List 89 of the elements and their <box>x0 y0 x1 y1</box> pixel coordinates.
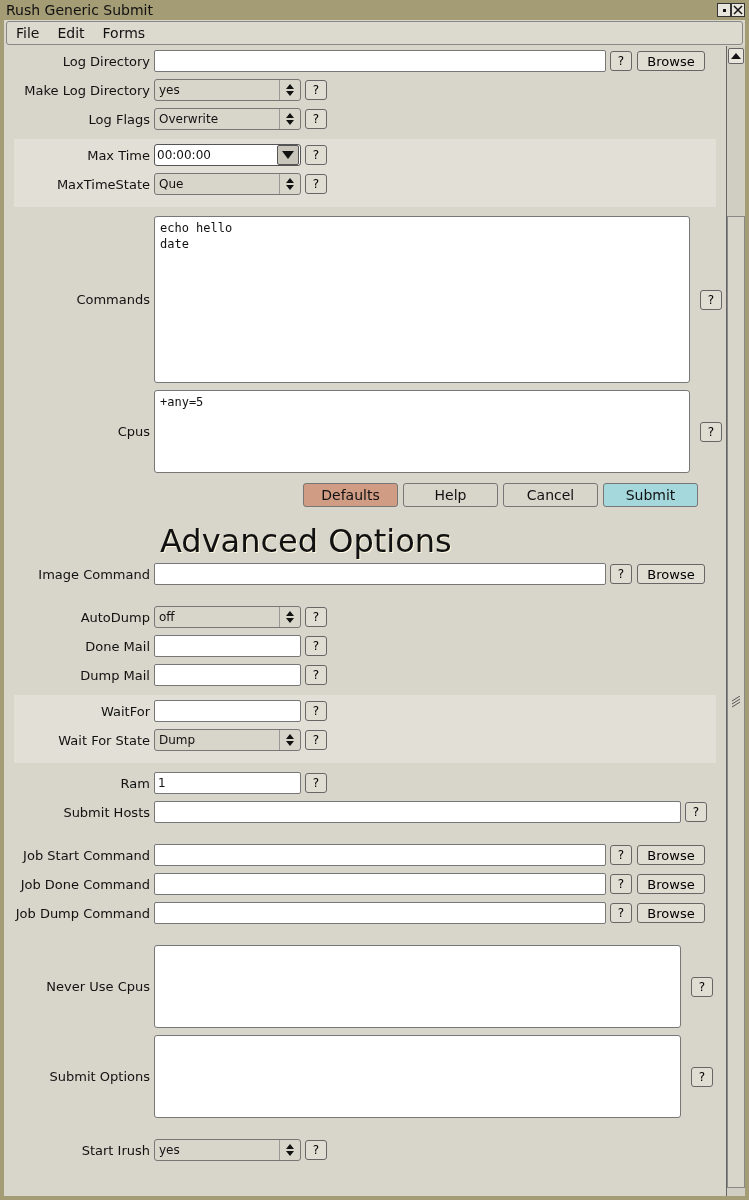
text-field[interactable] <box>154 635 301 657</box>
menu-item[interactable]: Edit <box>48 25 94 41</box>
action-button[interactable]: Submit <box>603 483 698 507</box>
field-label: Make Log Directory <box>23 82 150 98</box>
field-label: Job Start Command <box>21 847 150 863</box>
help-button[interactable]: ? <box>305 607 327 627</box>
path-field[interactable] <box>154 50 606 72</box>
field-label: Job Done Command <box>19 876 150 892</box>
help-button[interactable]: ? <box>305 773 327 793</box>
field-label: Dump Mail <box>79 667 150 683</box>
action-button[interactable]: Cancel <box>503 483 598 507</box>
menu-item[interactable]: File <box>7 25 49 41</box>
field-label: Cpus <box>116 424 150 439</box>
dropdown[interactable]: Dump <box>154 729 301 751</box>
up-down-arrows-icon <box>286 1144 294 1156</box>
help-button[interactable]: ? <box>305 701 327 721</box>
text-field[interactable] <box>154 700 301 722</box>
help-button[interactable]: ? <box>700 421 722 442</box>
help-button[interactable]: ? <box>305 636 327 656</box>
help-button[interactable]: ? <box>691 1066 713 1087</box>
text-area[interactable] <box>154 1035 681 1118</box>
field-label: Log Directory <box>61 53 150 69</box>
grip-icon[interactable] <box>731 696 741 708</box>
browse-button[interactable]: Browse <box>637 564 705 584</box>
help-button[interactable]: ? <box>305 80 327 100</box>
help-button[interactable]: ? <box>305 730 327 750</box>
field-label: Commands <box>75 292 150 307</box>
path-field[interactable] <box>154 873 606 895</box>
help-button[interactable]: ? <box>610 903 632 923</box>
window-title: Rush Generic Submit <box>6 2 153 18</box>
browse-button[interactable]: Browse <box>637 51 705 71</box>
field-label: Ram <box>119 775 150 791</box>
caret-icon <box>282 151 294 159</box>
field-label: Submit Options <box>48 1069 150 1084</box>
field-label: Wait For State <box>57 732 150 748</box>
dropdown[interactable]: Que <box>154 173 301 195</box>
field-label: Job Dump Command <box>14 905 150 921</box>
field-label: Max Time <box>86 147 150 163</box>
text-area[interactable]: +any=5 <box>154 390 690 473</box>
help-button[interactable]: ? <box>610 845 632 865</box>
help-button[interactable]: ? <box>691 976 713 997</box>
text-area[interactable]: echo hello date <box>154 216 690 383</box>
dropdown[interactable]: yes <box>154 1139 301 1161</box>
field-label: AutoDump <box>79 609 150 625</box>
help-button[interactable]: ? <box>685 802 707 822</box>
action-button[interactable]: Defaults <box>303 483 398 507</box>
field-label: Log Flags <box>87 111 150 127</box>
dropdown[interactable]: off <box>154 606 301 628</box>
restore-icon[interactable] <box>717 3 731 17</box>
action-button[interactable]: Help <box>403 483 498 507</box>
browse-button[interactable]: Browse <box>637 845 705 865</box>
up-down-arrows-icon <box>286 84 294 96</box>
help-button[interactable]: ? <box>700 289 722 310</box>
close-icon[interactable] <box>731 3 745 17</box>
dropdown[interactable]: yes <box>154 79 301 101</box>
text-field[interactable] <box>154 801 681 823</box>
field-label: MaxTimeState <box>55 176 150 192</box>
help-button[interactable]: ? <box>305 145 327 165</box>
field-label: Image Command <box>37 566 150 582</box>
field-label: Never Use Cpus <box>45 979 150 994</box>
help-button[interactable]: ? <box>305 109 327 129</box>
browse-button[interactable]: Browse <box>637 874 705 894</box>
field-label: Start Irush <box>80 1142 150 1158</box>
help-button[interactable]: ? <box>610 51 632 71</box>
path-field[interactable] <box>154 902 606 924</box>
help-button[interactable]: ? <box>305 665 327 685</box>
browse-button[interactable]: Browse <box>637 903 705 923</box>
up-down-arrows-icon <box>286 178 294 190</box>
menu-item[interactable]: Forms <box>93 25 155 41</box>
help-button[interactable]: ? <box>610 564 632 584</box>
text-field[interactable]: 1 <box>154 772 301 794</box>
help-button[interactable]: ? <box>305 1140 327 1160</box>
help-button[interactable]: ? <box>305 174 327 194</box>
up-down-arrows-icon <box>286 611 294 623</box>
text-area[interactable] <box>154 945 681 1028</box>
field-label: Submit Hosts <box>62 804 150 820</box>
text-field[interactable] <box>154 664 301 686</box>
up-down-arrows-icon <box>286 113 294 125</box>
path-field[interactable] <box>154 844 606 866</box>
field-label: WaitFor <box>100 703 150 719</box>
field-label: Done Mail <box>84 638 150 654</box>
combo-field[interactable]: 00:00:00 <box>154 144 301 166</box>
scrollbar[interactable] <box>726 46 745 1196</box>
section-heading: Advanced Options <box>160 523 453 559</box>
up-arrow-icon[interactable] <box>731 53 741 59</box>
path-field[interactable] <box>154 563 606 585</box>
up-down-arrows-icon <box>286 734 294 746</box>
dropdown[interactable]: Overwrite <box>154 108 301 130</box>
help-button[interactable]: ? <box>610 874 632 894</box>
